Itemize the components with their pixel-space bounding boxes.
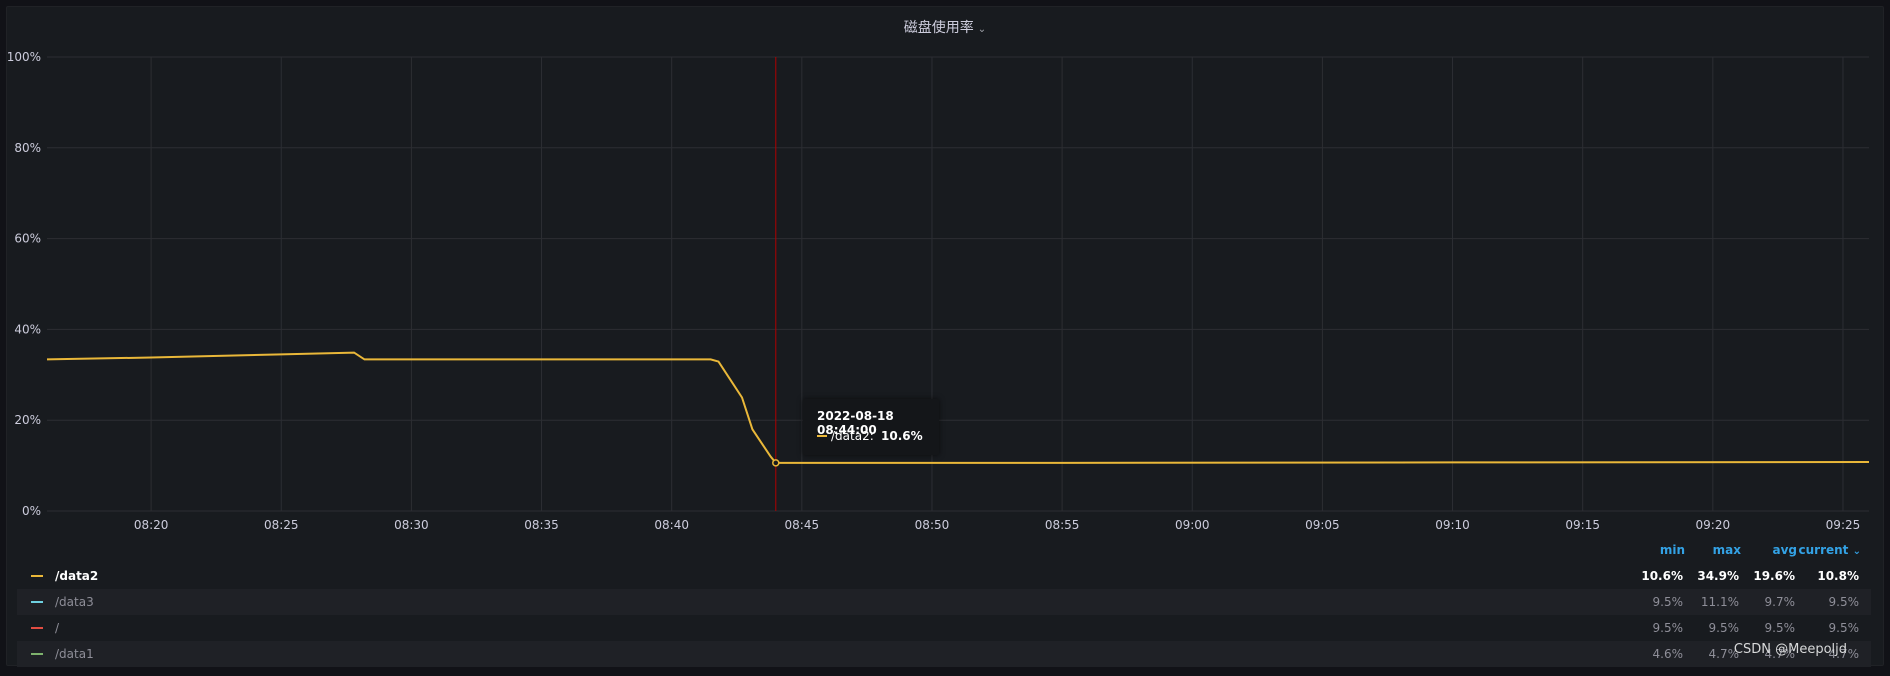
legend-row-data1[interactable]: /data1 4.6% 4.7% 4.7% 4.7%	[17, 641, 1871, 667]
x-tick-label: 09:20	[1696, 518, 1731, 532]
legend-current: 9.5%	[1828, 621, 1860, 635]
legend-max: 11.1%	[1700, 595, 1739, 609]
legend-min: 9.5%	[1652, 621, 1684, 635]
line-chart[interactable]: 0% 20% 40% 60% 80% 100% 08:20 08:25 08:30 08:35 0…	[7, 7, 1885, 537]
legend-current: 9.5%	[1828, 595, 1860, 609]
legend-series-name[interactable]: /data1	[55, 647, 94, 661]
legend-header-avg[interactable]: avg	[1741, 543, 1797, 557]
legend-swatch[interactable]	[31, 653, 43, 655]
hover-point	[772, 459, 780, 467]
legend-values: 10.6% 34.9% 19.6% 10.8%	[1627, 569, 1859, 583]
legend-swatch[interactable]	[31, 601, 43, 603]
legend-row-data2[interactable]: /data2 10.6% 34.9% 19.6% 10.8%	[17, 563, 1871, 589]
legend-current: 10.8%	[1817, 569, 1859, 583]
legend-values: 9.5% 9.5% 9.5% 9.5%	[1627, 621, 1860, 635]
x-tick-label: 08:25	[264, 518, 299, 532]
legend-min: 9.5%	[1652, 595, 1684, 609]
graph-panel: 磁盘使用率 ⌄ 0% 20% 40% 60% 80% 100% 08:20 08:25 08:3…	[6, 6, 1885, 667]
legend-header-current-label[interactable]: current	[1799, 543, 1849, 557]
legend-series-name[interactable]: /data3	[55, 595, 94, 609]
x-tick-label: 09:05	[1305, 518, 1340, 532]
y-tick-label: 100%	[7, 50, 41, 64]
legend-swatch[interactable]	[31, 575, 43, 577]
x-tick-label: 09:25	[1826, 518, 1861, 532]
y-tick-label: 40%	[14, 322, 41, 336]
y-tick-label: 0%	[22, 504, 41, 518]
x-tick-label: 08:35	[524, 518, 559, 532]
legend-header-current[interactable]: current ⌄	[1797, 543, 1862, 557]
y-tick-label: 20%	[14, 413, 41, 427]
legend-header-min[interactable]: min	[1629, 543, 1685, 557]
x-tick-label: 09:00	[1175, 518, 1210, 532]
tooltip-series-swatch	[817, 435, 827, 437]
sort-chevron-icon[interactable]: ⌄	[1853, 546, 1861, 557]
legend-max: 34.9%	[1697, 569, 1739, 583]
tooltip-series-name: /data2:	[831, 429, 874, 443]
legend-row-root[interactable]: / 9.5% 9.5% 9.5% 9.5%	[17, 615, 1871, 641]
x-tick-label: 08:20	[134, 518, 169, 532]
x-tick-label: 09:10	[1435, 518, 1470, 532]
x-tick-label: 08:40	[654, 518, 689, 532]
x-tick-label: 08:55	[1045, 518, 1080, 532]
legend-min: 10.6%	[1641, 569, 1683, 583]
y-tick-label: 80%	[14, 141, 41, 155]
legend-header-max[interactable]: max	[1685, 543, 1741, 557]
legend-min: 4.6%	[1652, 647, 1684, 661]
legend-values: 9.5% 11.1% 9.7% 9.5%	[1627, 595, 1860, 609]
legend-avg: 19.6%	[1753, 569, 1795, 583]
y-tick-label: 60%	[14, 232, 41, 246]
x-tick-label: 08:30	[394, 518, 429, 532]
legend-swatch[interactable]	[31, 627, 43, 629]
legend-row-data3[interactable]: /data3 9.5% 11.1% 9.7% 9.5%	[17, 589, 1871, 615]
x-tick-label: 09:15	[1565, 518, 1600, 532]
legend-series-name[interactable]: /	[55, 621, 59, 635]
watermark-text: CSDN @Meepoljd	[1733, 642, 1847, 657]
tooltip-series-value: 10.6%	[881, 429, 923, 443]
legend-avg: 9.5%	[1764, 621, 1796, 635]
hover-tooltip: 2022-08-18 08:44:00 /data2: 10.6%	[803, 399, 939, 455]
x-tick-label: 08:50	[915, 518, 950, 532]
legend-series-name[interactable]: /data2	[55, 569, 98, 583]
legend-avg: 9.7%	[1764, 595, 1796, 609]
legend-max: 9.5%	[1708, 621, 1740, 635]
legend-max: 4.7%	[1708, 647, 1740, 661]
legend-header: min max avg current ⌄	[1629, 543, 1861, 557]
series-line-data2	[46, 351, 1870, 464]
x-tick-label: 08:45	[785, 518, 820, 532]
